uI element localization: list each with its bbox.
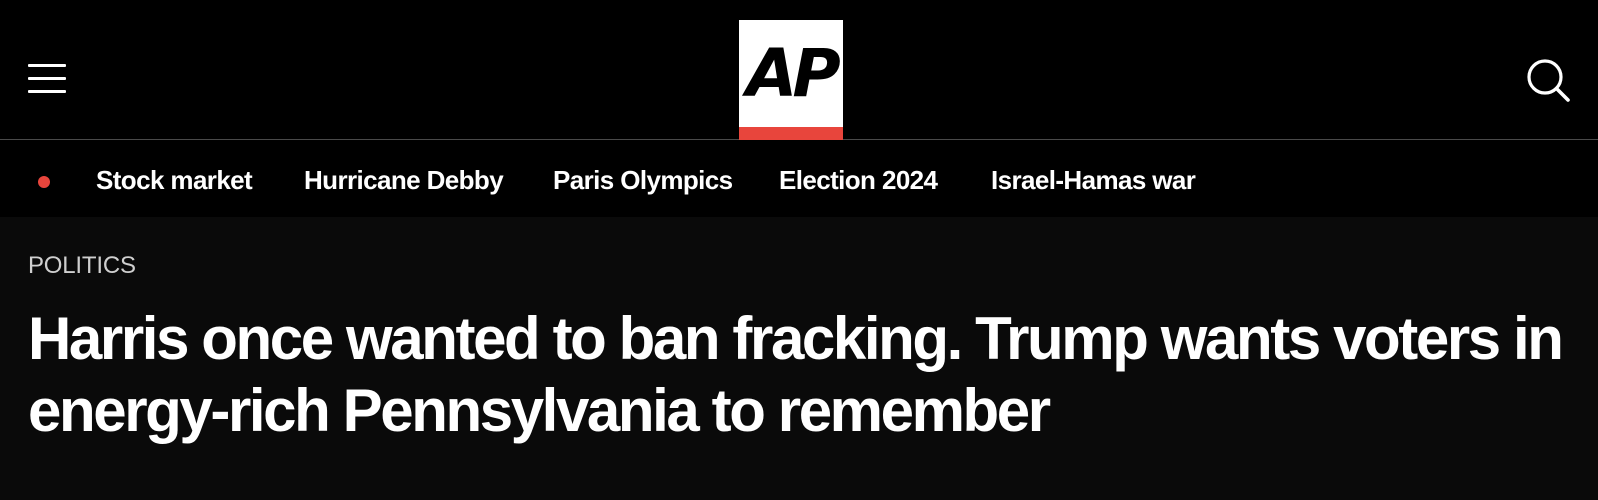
ap-logo[interactable]: AP	[739, 20, 843, 140]
logo-text: AP	[746, 35, 840, 112]
search-icon	[1527, 59, 1570, 102]
trending-nav-bar: Stock market Hurricane Debby Paris Olymp…	[0, 140, 1598, 217]
site-header: AP	[0, 0, 1598, 140]
nav-item-election-2024[interactable]: Election 2024	[779, 161, 938, 199]
nav-item-stock-market[interactable]: Stock market	[96, 161, 253, 199]
section-kicker[interactable]: POLITICS	[28, 249, 136, 283]
search-button[interactable]	[1524, 56, 1572, 104]
menu-line-icon	[28, 64, 66, 67]
nav-item-paris-olympics[interactable]: Paris Olympics	[553, 161, 733, 199]
menu-line-icon	[28, 77, 66, 80]
article-header: POLITICS Harris once wanted to ban frack…	[0, 217, 1598, 500]
article-headline: Harris once wanted to ban fracking. Trum…	[28, 305, 1564, 444]
nav-item-hurricane-debby[interactable]: Hurricane Debby	[304, 161, 504, 199]
logo-accent-bar	[739, 127, 843, 140]
live-indicator-dot	[38, 176, 50, 188]
nav-item-israel-hamas-war[interactable]: Israel-Hamas war	[991, 161, 1196, 199]
menu-line-icon	[28, 90, 66, 93]
hamburger-menu-button[interactable]	[28, 64, 66, 94]
